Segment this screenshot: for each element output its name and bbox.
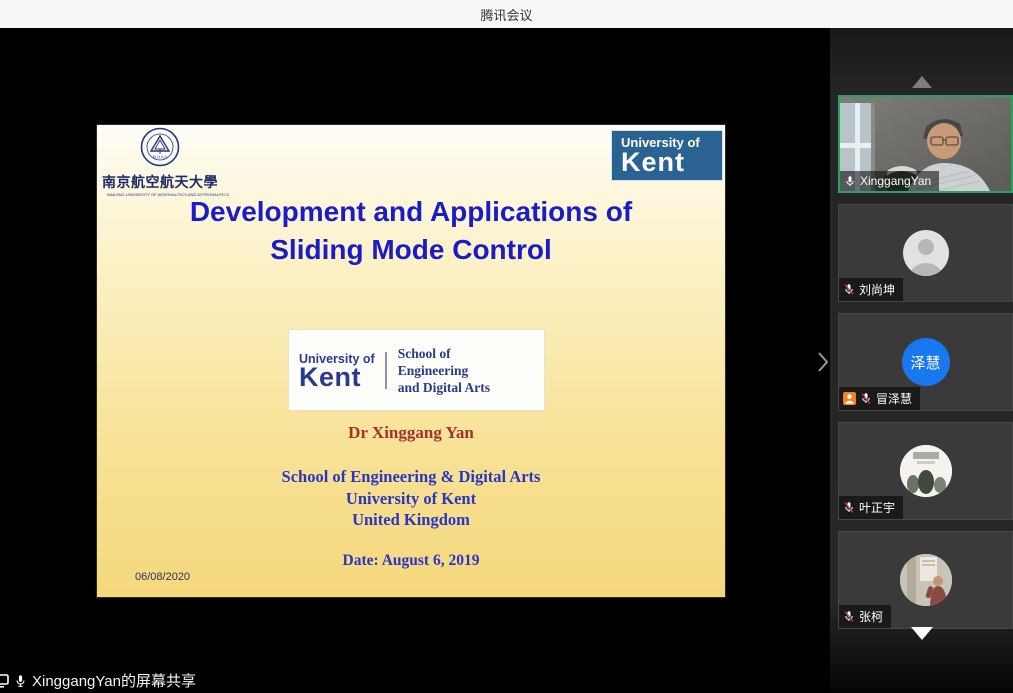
affiliation-line1: School of Engineering & Digital Arts xyxy=(97,466,725,488)
participant-label: XinggangYan xyxy=(840,171,939,191)
slide-title-line2: Sliding Mode Control xyxy=(97,231,725,269)
dept-school-line1: School of xyxy=(398,345,490,362)
scroll-down-arrow-icon[interactable] xyxy=(911,627,933,640)
slide-title: Development and Applications of Sliding … xyxy=(97,193,725,269)
nuaa-seal-icon: N U A A xyxy=(140,127,180,167)
participant-label: 刘尚坤 xyxy=(839,278,903,301)
dept-school-line3: and Digital Arts xyxy=(398,379,490,396)
presenter-name: Dr Xinggang Yan xyxy=(97,423,725,443)
collapse-sidebar-chevron-icon[interactable] xyxy=(817,351,829,373)
date-stamp: 06/08/2020 xyxy=(135,571,190,583)
participant-name: 张柯 xyxy=(859,608,883,625)
participants-sidebar: XinggangYan xyxy=(830,28,1013,693)
mic-muted-icon xyxy=(843,610,855,623)
photo-avatar xyxy=(900,554,952,606)
initials-avatar: 泽慧 xyxy=(902,338,950,386)
avatar-initials-text: 泽慧 xyxy=(910,352,940,373)
affiliation-line2: University of Kent xyxy=(97,488,725,510)
default-avatar-icon xyxy=(903,230,949,276)
affiliation-block: School of Engineering & Digital Arts Uni… xyxy=(97,466,725,531)
shared-screen-stage: N U A A 南京航空航天大學 NANJING UNIVERSITY OF A… xyxy=(0,28,830,693)
profile-badge-icon xyxy=(843,392,856,405)
mic-muted-icon xyxy=(843,501,855,514)
monitor-icon xyxy=(0,674,9,688)
affiliation-line3: United Kingdom xyxy=(97,509,725,531)
nuaa-logo: N U A A 南京航空航天大學 NANJING UNIVERSITY OF A… xyxy=(101,127,219,197)
nuaa-chinese-name: 南京航空航天大學 xyxy=(101,172,219,192)
dept-uni-line2: Kent xyxy=(299,366,375,389)
mic-muted-icon xyxy=(860,392,872,405)
photo-avatar xyxy=(900,445,952,497)
participant-label: 叶正宇 xyxy=(839,496,903,519)
kent-school-logo: University of Kent School of Engineering… xyxy=(288,329,545,411)
participant-label: 张柯 xyxy=(839,605,891,628)
kent-school-logo-left: University of Kent xyxy=(299,352,387,389)
window-titlebar: 腾讯会议 xyxy=(0,0,1013,28)
mic-muted-icon xyxy=(843,283,855,296)
screen-share-text: XinggangYan的屏幕共享 xyxy=(32,670,196,691)
kent-logo: University of Kent xyxy=(611,130,723,181)
kent-logo-line2: Kent xyxy=(621,150,722,175)
participant-tile-zhangke[interactable]: 张柯 xyxy=(838,531,1013,629)
presentation-slide: N U A A 南京航空航天大學 NANJING UNIVERSITY OF A… xyxy=(97,125,725,597)
participant-name: XinggangYan xyxy=(860,174,931,188)
slide-date: Date: August 6, 2019 xyxy=(97,552,725,570)
tencent-meeting-window: 腾讯会议 N U A A 南京航空航天大學 NANJING UNIVER xyxy=(0,0,1013,693)
participant-label: 冒泽慧 xyxy=(839,387,920,410)
kent-school-logo-right: School of Engineering and Digital Arts xyxy=(387,345,490,396)
participant-tile-yezhengyu[interactable]: 叶正宇 xyxy=(838,422,1013,520)
mic-on-icon xyxy=(844,175,856,188)
svg-text:N U A A: N U A A xyxy=(153,155,168,160)
participant-tile-xinggangyan[interactable]: XinggangYan xyxy=(838,95,1013,193)
microphone-icon xyxy=(14,674,27,688)
dept-school-line2: Engineering xyxy=(398,362,490,379)
scroll-up-arrow-icon[interactable] xyxy=(912,76,932,88)
meeting-app: N U A A 南京航空航天大學 NANJING UNIVERSITY OF A… xyxy=(0,28,1013,693)
participant-tile-maozehui[interactable]: 泽慧 冒泽慧 xyxy=(838,313,1013,411)
participant-name: 刘尚坤 xyxy=(859,281,895,298)
participant-tile-liushangkun[interactable]: 刘尚坤 xyxy=(838,204,1013,302)
participant-name: 冒泽慧 xyxy=(876,390,912,407)
participant-name: 叶正宇 xyxy=(859,499,895,516)
screen-share-indicator: XinggangYan的屏幕共享 xyxy=(0,670,196,691)
slide-title-line1: Development and Applications of xyxy=(97,193,725,231)
window-title: 腾讯会议 xyxy=(480,5,532,24)
